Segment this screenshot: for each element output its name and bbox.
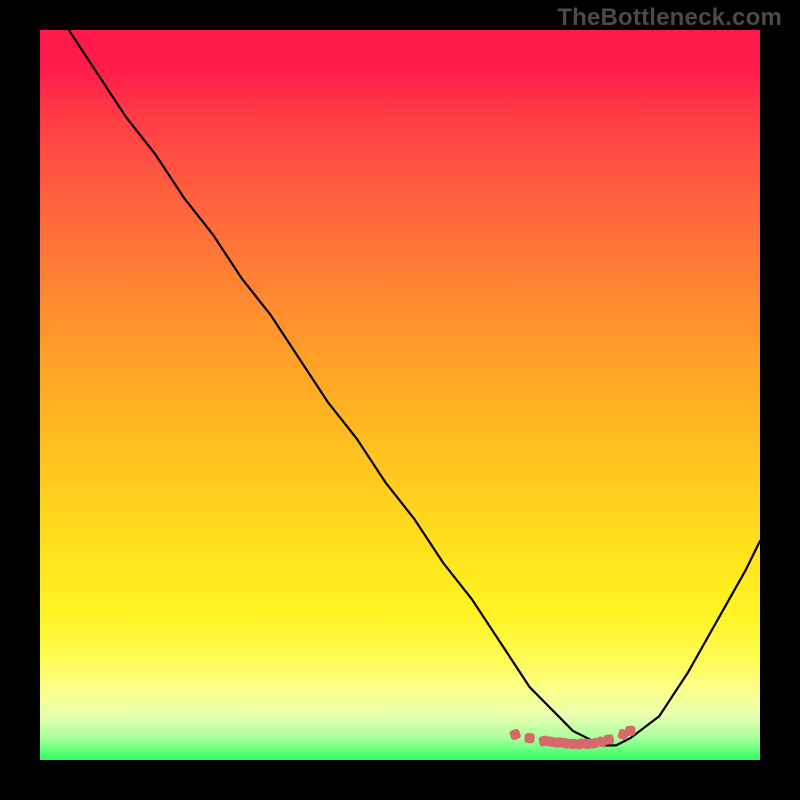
chart-frame: TheBottleneck.com [0,0,800,800]
watermark-text: TheBottleneck.com [557,4,782,32]
bottleneck-curve [69,30,760,745]
marker-point [603,734,614,745]
marker-point [625,726,635,736]
marker-point [524,733,535,744]
marker-point [509,728,522,741]
plot-area [40,30,760,760]
curve-layer [40,30,760,760]
